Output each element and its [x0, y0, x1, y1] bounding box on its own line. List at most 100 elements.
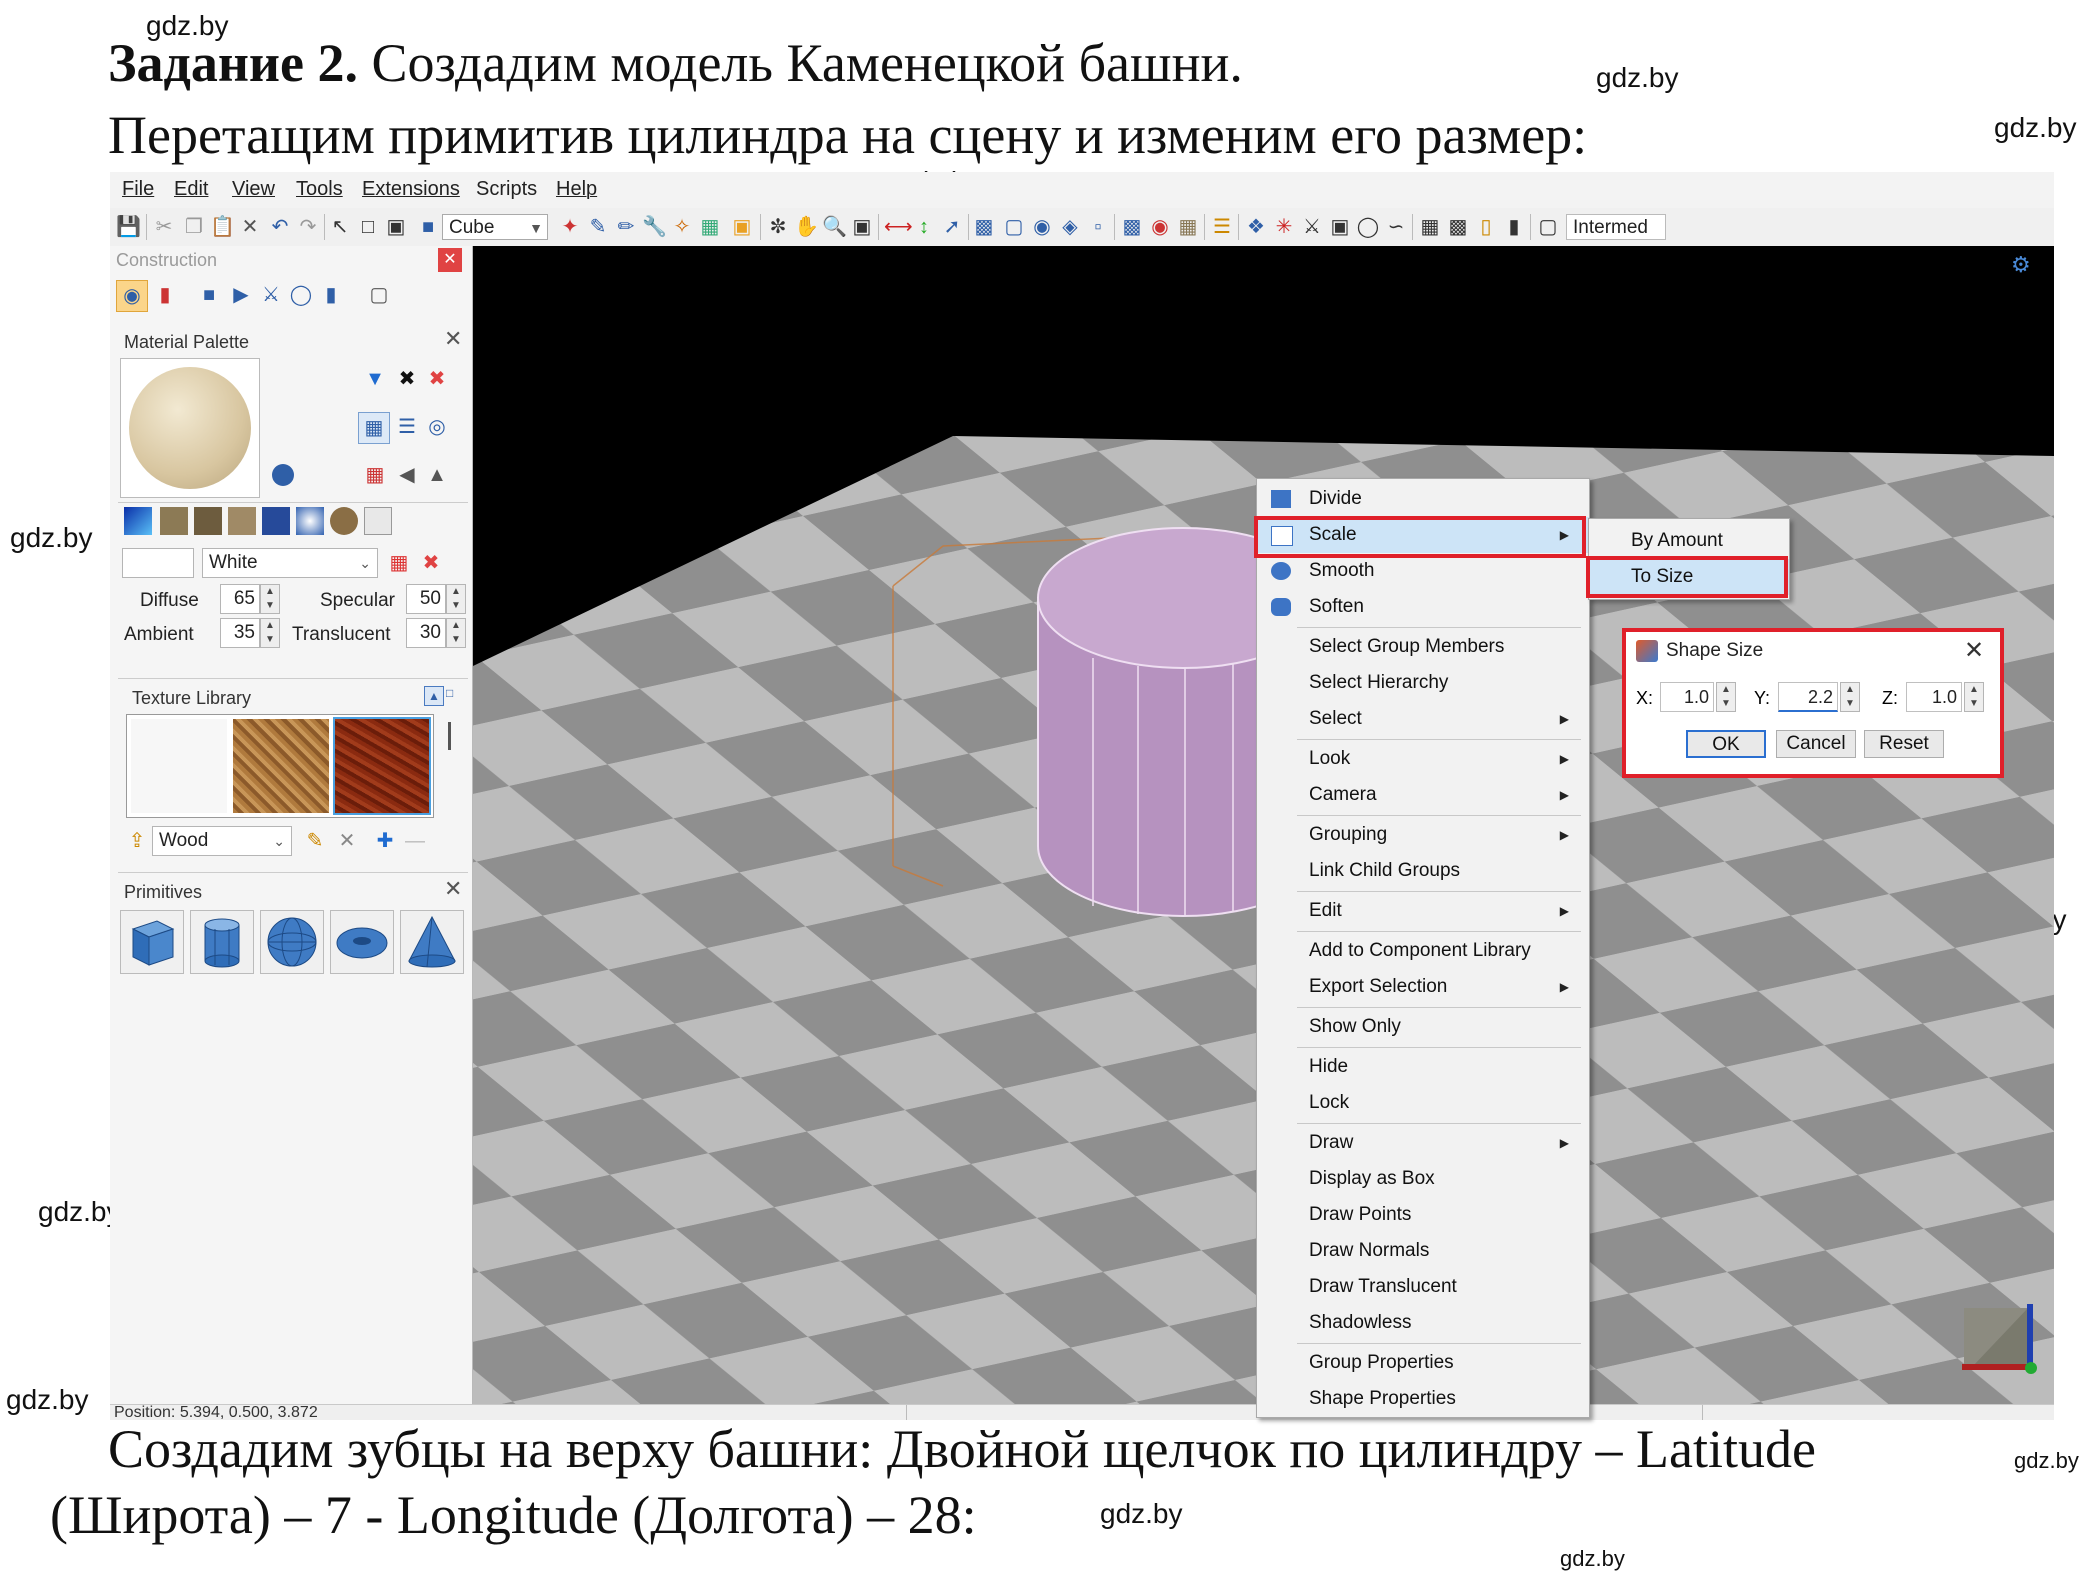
undo-icon[interactable]: ↶ — [268, 215, 292, 239]
library-tab-icon[interactable]: ▮ — [150, 280, 180, 310]
menu-item-group-properties[interactable]: Group Properties — [1257, 1345, 1589, 1381]
menu-item-select[interactable]: Select ▶ — [1257, 701, 1589, 737]
view-solid-icon[interactable]: ◈ — [1058, 215, 1082, 239]
light-tab-icon[interactable]: ⚔ — [256, 280, 286, 310]
menu-item-divide[interactable]: Divide — [1257, 481, 1589, 517]
swatch-sand[interactable] — [228, 507, 256, 535]
vehicle-icon[interactable]: ▩ — [1446, 215, 1470, 239]
ring-icon[interactable]: ◎ — [422, 412, 452, 442]
window-icon[interactable]: ▢ — [1536, 215, 1560, 239]
move-x-icon[interactable]: ⟷ — [884, 215, 913, 239]
menu-edit[interactable]: Edit — [174, 178, 208, 201]
view-wire-icon[interactable]: ◉ — [1030, 215, 1054, 239]
hand-pan-icon[interactable]: ✋ — [794, 215, 819, 239]
swatch-wood[interactable] — [330, 507, 358, 535]
view-box-icon[interactable]: ▢ — [1002, 215, 1026, 239]
menu-item-link-child-groups[interactable]: Link Child Groups — [1257, 853, 1589, 889]
collapse-icon[interactable]: ▲ — [424, 686, 444, 706]
translucent-field[interactable]: 30 — [406, 618, 446, 648]
menu-item-hide[interactable]: Hide — [1257, 1049, 1589, 1085]
menu-item-display-as-box[interactable]: Display as Box — [1257, 1161, 1589, 1197]
close-icon[interactable]: ✕ — [444, 326, 462, 352]
checker-map-icon[interactable]: ▦ — [360, 460, 390, 490]
magic-wand-icon[interactable]: ✦ — [558, 215, 582, 239]
menu-tools[interactable]: Tools — [296, 178, 343, 201]
swatch-rock[interactable] — [194, 507, 222, 535]
primitive-sphere[interactable] — [260, 910, 324, 974]
minus-icon[interactable]: — — [400, 826, 430, 856]
primitive-combo[interactable]: Cube ▼ — [442, 214, 548, 240]
stack-icon[interactable]: ☰ — [392, 412, 422, 442]
menu-item-shape-properties[interactable]: Shape Properties — [1257, 1381, 1589, 1417]
wrench-icon[interactable]: 🔧 — [642, 215, 667, 239]
checker-icon[interactable]: ▦ — [1418, 215, 1442, 239]
camera-tab-icon[interactable]: ▶ — [226, 280, 256, 310]
sphere-preview-icon[interactable] — [272, 464, 294, 486]
lightbulb-icon[interactable]: ◯ — [1356, 215, 1380, 239]
select-lasso-icon[interactable]: ▣ — [384, 215, 408, 239]
orbit-icon[interactable]: ✼ — [766, 215, 790, 239]
pencil-icon[interactable]: ✏ — [614, 215, 638, 239]
menu-item-lock[interactable]: Lock — [1257, 1085, 1589, 1121]
menu-item-draw-normals[interactable]: Draw Normals — [1257, 1233, 1589, 1269]
menu-item-grouping[interactable]: Grouping ▶ — [1257, 817, 1589, 853]
swatch-list-icon[interactable] — [364, 507, 392, 535]
plus-icon[interactable]: ✚ — [370, 826, 400, 856]
layer-icon[interactable]: ▩ — [1120, 215, 1144, 239]
menu-scripts[interactable]: Scripts — [476, 178, 537, 201]
primitive-cube[interactable] — [120, 910, 184, 974]
image-icon[interactable]: ▣ — [730, 215, 754, 239]
menu-item-edit[interactable]: Edit ▶ — [1257, 893, 1589, 929]
eyedropper-icon[interactable]: ▼ — [360, 364, 390, 394]
diffuse-spinner[interactable]: ▲ ▼ — [260, 584, 280, 614]
palette-tab-icon[interactable]: ◉ — [116, 280, 148, 312]
spotlight-icon[interactable]: ⚔ — [1300, 215, 1324, 239]
texture-thumb-blank[interactable] — [131, 719, 227, 813]
menu-item-draw[interactable]: Draw ▶ — [1257, 1125, 1589, 1161]
diffuse-field[interactable]: 65 — [220, 584, 260, 614]
menu-item-export-selection[interactable]: Export Selection ▶ — [1257, 969, 1589, 1005]
specular-spinner[interactable]: ▲ ▼ — [446, 584, 466, 614]
color-swatch-field[interactable] — [122, 548, 194, 578]
texture-icon[interactable]: ▦ — [1176, 215, 1200, 239]
menu-item-draw-points[interactable]: Draw Points — [1257, 1197, 1589, 1233]
close-icon[interactable]: ✕ — [444, 876, 462, 902]
window-tab-icon[interactable]: ▢ — [364, 280, 394, 310]
texture-thumb-wood-red[interactable] — [333, 717, 431, 815]
texture-tool-icon[interactable]: ✧ — [670, 215, 694, 239]
primitive-torus[interactable] — [330, 910, 394, 974]
view-front-icon[interactable]: ▩ — [972, 215, 996, 239]
menu-file[interactable]: File — [122, 178, 154, 201]
menu-view[interactable]: View — [232, 178, 275, 201]
shape-tab-icon[interactable]: ■ — [194, 280, 224, 310]
menu-item-camera[interactable]: Camera ▶ — [1257, 777, 1589, 813]
mode-combo[interactable]: Intermed — [1566, 214, 1666, 240]
menu-item-smooth[interactable]: Smooth — [1257, 553, 1589, 589]
view-frame-icon[interactable]: ▫ — [1086, 215, 1110, 239]
menu-item-add-to-component-library[interactable]: Add to Component Library — [1257, 933, 1589, 969]
swatch-stone[interactable] — [160, 507, 188, 535]
paint-icon[interactable]: ✎ — [586, 215, 610, 239]
cross-black-icon[interactable]: ✖ — [392, 364, 422, 394]
save-icon[interactable]: 💾 — [116, 215, 141, 239]
cross-red-icon[interactable]: ✖ — [416, 548, 446, 578]
menu-item-show-only[interactable]: Show Only — [1257, 1009, 1589, 1045]
gear-icon[interactable]: ⚙ — [2011, 253, 2031, 278]
camera-icon[interactable]: ▣ — [1328, 215, 1352, 239]
folder-up-icon[interactable]: ⇪ — [122, 826, 152, 856]
triangle-up-icon[interactable]: ▲ — [422, 460, 452, 490]
menu-item-draw-translucent[interactable]: Draw Translucent — [1257, 1269, 1589, 1305]
align-icon[interactable]: ☰ — [1210, 215, 1234, 239]
delete-icon[interactable]: ✕ — [238, 215, 262, 239]
select-box-icon[interactable]: □ — [356, 215, 380, 239]
remove-icon[interactable]: ✕ — [332, 826, 362, 856]
paste-icon[interactable]: 📋 — [210, 215, 235, 239]
grid-tool-icon[interactable]: ▦ — [698, 215, 722, 239]
bar-icon[interactable]: ▯ — [1474, 215, 1498, 239]
menu-item-select-group-members[interactable]: Select Group Members — [1257, 629, 1589, 665]
swatch-glow[interactable] — [296, 507, 324, 535]
ambient-field[interactable]: 35 — [220, 618, 260, 648]
copy-icon[interactable]: ❐ — [182, 215, 206, 239]
texture-thumb-wood-light[interactable] — [233, 719, 329, 813]
menu-item-select-hierarchy[interactable]: Select Hierarchy — [1257, 665, 1589, 701]
